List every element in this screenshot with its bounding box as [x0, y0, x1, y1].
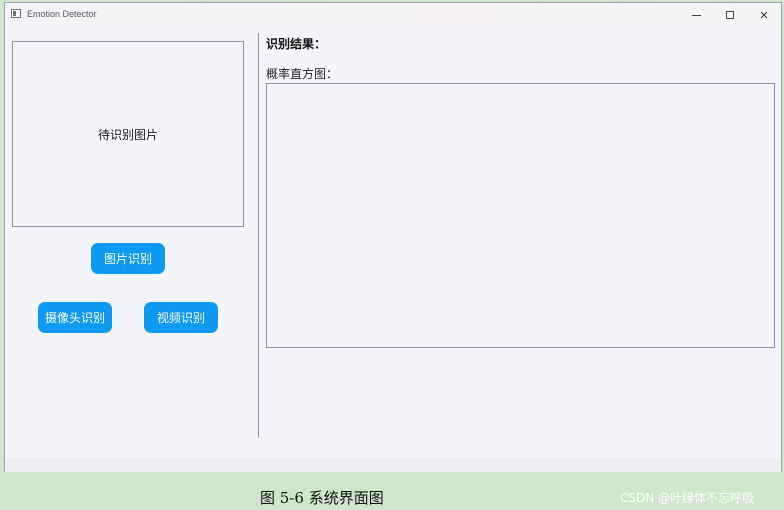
- close-button[interactable]: ✕: [747, 3, 781, 27]
- image-placeholder-text: 待识别图片: [97, 127, 158, 142]
- title-bar[interactable]: Emotion Detector ✕: [5, 3, 781, 27]
- minimize-button[interactable]: [679, 3, 713, 27]
- maximize-button[interactable]: [713, 3, 747, 27]
- histogram-label: 概率直方图：: [266, 67, 339, 81]
- page-frame: Emotion Detector ✕ 待识别图片 图片识别 摄像头识别 视频识别…: [0, 0, 784, 510]
- histogram-area: [266, 83, 775, 348]
- image-recognition-button[interactable]: 图片识别: [91, 243, 165, 274]
- panel-divider: [258, 33, 259, 438]
- status-bar: [5, 458, 781, 472]
- image-preview-box: 待识别图片: [12, 41, 244, 227]
- app-window: Emotion Detector ✕ 待识别图片 图片识别 摄像头识别 视频识别…: [4, 2, 782, 472]
- result-label: 识别结果：: [266, 37, 327, 51]
- figure-caption: 图 5-6 系统界面图: [260, 489, 384, 507]
- watermark: CSDN @叶绿体不忘呼吸: [620, 491, 755, 505]
- minimize-icon: [691, 14, 701, 16]
- maximize-icon: [726, 11, 734, 19]
- video-recognition-button[interactable]: 视频识别: [144, 302, 218, 333]
- window-title: Emotion Detector: [27, 9, 97, 19]
- app-window-icon: [11, 9, 21, 18]
- close-icon: ✕: [759, 8, 769, 22]
- camera-recognition-button[interactable]: 摄像头识别: [38, 302, 112, 333]
